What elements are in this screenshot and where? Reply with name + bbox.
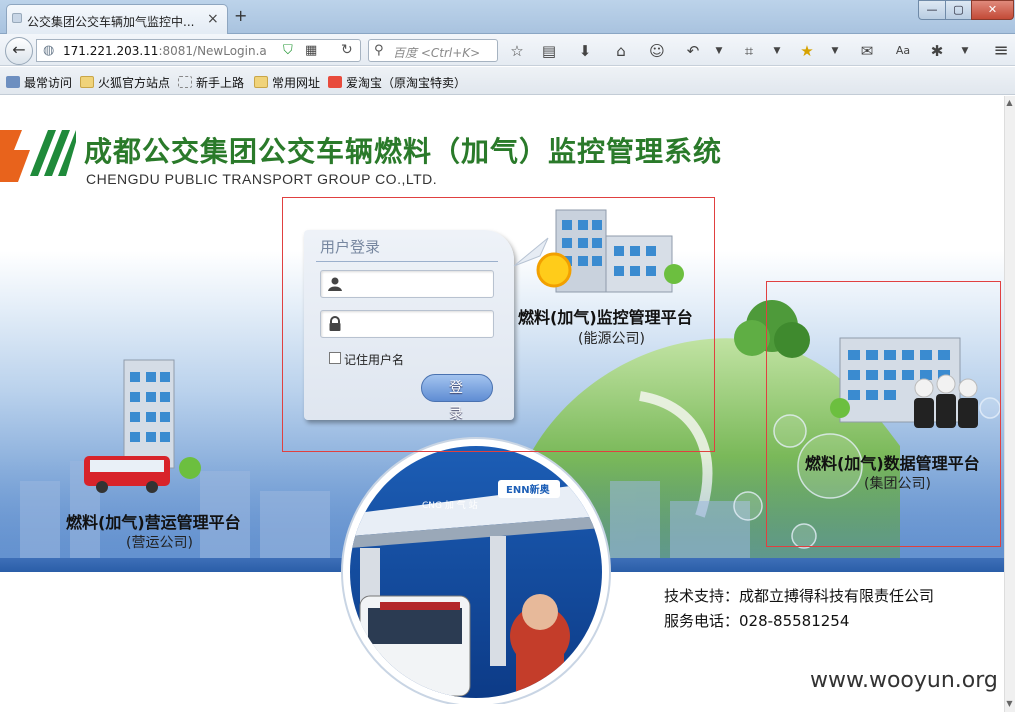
scroll-down-icon[interactable]: ▼ xyxy=(1004,697,1015,711)
login-divider xyxy=(316,261,498,262)
search-placeholder: 百度 <Ctrl+K> xyxy=(393,46,481,60)
chevron-down-icon[interactable]: ▼ xyxy=(766,40,788,62)
home-icon[interactable]: ⌂ xyxy=(610,40,632,62)
reload-icon[interactable]: ↻ xyxy=(341,42,353,58)
download-icon[interactable]: ⬇ xyxy=(574,40,596,62)
qr-code-icon[interactable]: ▦ xyxy=(305,43,317,58)
undo-icon[interactable]: ↶ xyxy=(682,40,704,62)
login-title: 用户登录 xyxy=(320,238,381,256)
lock-icon xyxy=(329,316,341,331)
back-arrow-icon: ← xyxy=(12,40,26,59)
tech-support-text: 技术支持：成都立搏得科技有限责任公司 xyxy=(664,587,935,605)
search-bar[interactable]: ⚲ 百度 <Ctrl+K> xyxy=(368,39,498,62)
company-logo xyxy=(0,130,76,182)
chevron-down-icon[interactable]: ▼ xyxy=(954,40,976,62)
username-input[interactable] xyxy=(320,270,494,298)
password-input[interactable] xyxy=(320,310,494,338)
cng-sign: CNG 加 气 站 xyxy=(422,499,478,511)
smiley-icon[interactable]: ☺ xyxy=(646,40,668,62)
font-size-icon[interactable]: Aa xyxy=(892,40,914,62)
system-title: 成都公交集团公交车辆燃料（加气）监控管理系统 xyxy=(84,135,723,168)
page-content: 成都公交集团公交车辆燃料（加气）监控管理系统 CHENGDU PUBLIC TR… xyxy=(0,96,1004,712)
user-icon xyxy=(328,277,342,291)
back-button[interactable]: ← xyxy=(5,37,33,65)
globe-bookmark-icon xyxy=(6,76,20,88)
reading-list-icon[interactable]: ▤ xyxy=(538,40,560,62)
watermark: www.wooyun.org xyxy=(810,668,998,693)
dashed-folder-icon xyxy=(178,76,192,88)
panel-pointer xyxy=(513,237,549,267)
maximize-button[interactable]: ▢ xyxy=(945,0,972,20)
service-phone-text: 服务电话：028-85581254 xyxy=(664,612,850,630)
bug-icon[interactable]: ✱ xyxy=(926,40,948,62)
bookmark-item[interactable]: 最常访问 xyxy=(6,74,72,91)
login-button[interactable]: 登 录 xyxy=(421,374,493,422)
minimize-button[interactable]: — xyxy=(918,0,946,20)
chat-icon[interactable]: ✉ xyxy=(856,40,878,62)
close-window-button[interactable]: ✕ xyxy=(971,0,1014,20)
bookmark-item[interactable]: 爱淘宝（原淘宝特卖） xyxy=(328,74,466,91)
data-platform-highlight-box xyxy=(766,281,1001,547)
credits-block: 技术支持：成都立搏得科技有限责任公司 服务电话：028-85581254 xyxy=(664,584,934,634)
folder-icon xyxy=(254,76,268,88)
vertical-scrollbar[interactable] xyxy=(1004,96,1015,712)
tab-title: 公交集团公交车辆加气监控中... xyxy=(27,15,195,29)
remember-label: 记住用户名 xyxy=(344,353,405,367)
new-tab-button[interactable]: + xyxy=(234,6,247,25)
gas-station-photo: ENN新奥 CNG 加 气 站 xyxy=(341,437,611,704)
folder-icon xyxy=(80,76,94,88)
enn-sign: ENN新奥 xyxy=(506,483,551,496)
globe-icon: ◍ xyxy=(43,43,55,58)
operations-platform-subtitle: (营运公司) xyxy=(126,535,193,551)
chevron-down-icon[interactable]: ▼ xyxy=(708,40,730,62)
operations-platform-title[interactable]: 燃料(加气)营运管理平台 xyxy=(66,509,241,533)
remember-checkbox[interactable] xyxy=(329,352,341,364)
search-icon: ⚲ xyxy=(374,43,384,58)
browser-tab[interactable]: 公交集团公交车辆加气监控中... × xyxy=(6,4,228,34)
tab-close-icon[interactable]: × xyxy=(207,11,219,27)
menu-icon[interactable]: ≡ xyxy=(990,40,1012,62)
url-text[interactable]: 171.221.203.11:8081/NewLogin.a xyxy=(63,44,267,58)
url-bar[interactable]: ◍ 171.221.203.11:8081/NewLogin.a ⛉ ▦ ↻ xyxy=(36,39,361,62)
scroll-up-icon[interactable]: ▲ xyxy=(1004,96,1015,110)
favorite-star-icon[interactable]: ★ xyxy=(796,40,818,62)
page-favicon-icon xyxy=(12,13,22,23)
bookmark-item[interactable]: 常用网址 xyxy=(254,74,320,91)
crop-icon[interactable]: ⌗ xyxy=(738,40,760,62)
operations-building-icon[interactable] xyxy=(80,346,210,494)
bookmark-item[interactable]: 新手上路 xyxy=(178,74,244,91)
chevron-down-icon[interactable]: ▼ xyxy=(824,40,846,62)
shield-icon[interactable]: ⛉ xyxy=(283,43,293,58)
login-panel: 用户登录 记住用户名 登 录 xyxy=(304,230,514,422)
bookmark-item[interactable]: 火狐官方站点 xyxy=(80,74,170,91)
bookmark-star-icon[interactable]: ☆ xyxy=(506,40,528,62)
system-subtitle: CHENGDU PUBLIC TRANSPORT GROUP CO.,LTD. xyxy=(86,171,438,187)
bookmarks-bar: 最常访问 火狐官方站点 新手上路 常用网址 爱淘宝（原淘宝特卖） xyxy=(0,67,1015,95)
taobao-icon xyxy=(328,76,342,88)
